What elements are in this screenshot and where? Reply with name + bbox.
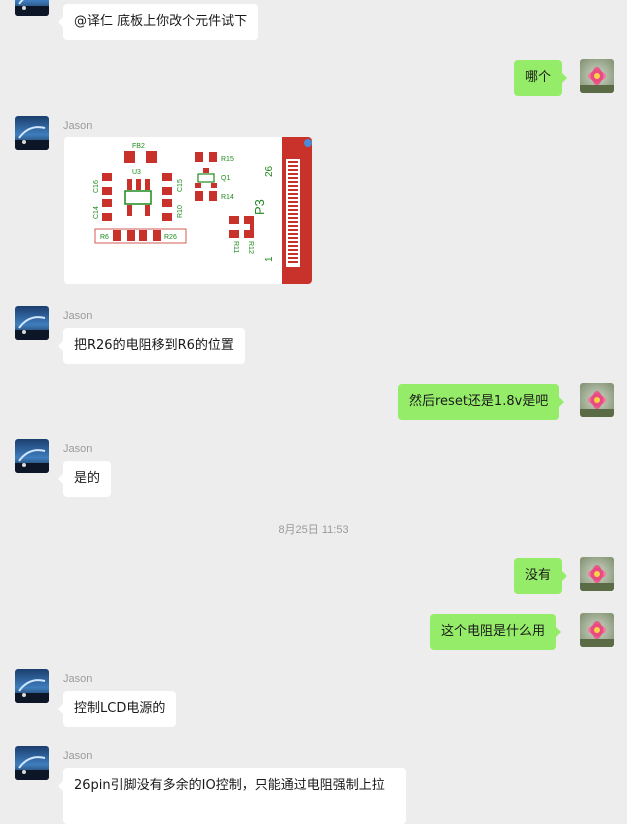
svg-text:C15: C15 <box>177 179 184 192</box>
contact-avatar[interactable] <box>15 439 49 473</box>
sender-name: Jason <box>63 443 93 455</box>
jason-avatar-icon <box>15 306 49 340</box>
message-text: @译仁 底板上你改个元件试下 <box>74 14 248 29</box>
pcb-image[interactable]: FB2 U3 C16 C14 C15 R10 R15 Q1 R14 R6 R26… <box>64 137 312 284</box>
self-avatar[interactable] <box>580 613 614 647</box>
message-text: 没有 <box>525 568 552 583</box>
message-bubble[interactable]: 是的 <box>57 461 112 497</box>
svg-text:P3: P3 <box>252 199 267 215</box>
sender-name: Jason <box>63 673 93 685</box>
svg-text:1: 1 <box>264 256 275 262</box>
svg-text:R11: R11 <box>232 241 239 253</box>
message-bubble[interactable]: 26pin引脚没有多余的IO控制，只能通过电阻强制上拉 <box>58 768 406 824</box>
message-text: 哪个 <box>525 70 552 85</box>
lotus-flower-avatar-icon <box>580 59 614 93</box>
lotus-flower-avatar-icon <box>580 557 614 591</box>
pcb-layout-image: FB2 U3 C16 C14 C15 R10 R15 Q1 R14 R6 R26… <box>64 137 312 284</box>
svg-text:R26: R26 <box>164 234 177 241</box>
lotus-flower-avatar-icon <box>580 613 614 647</box>
svg-text:C16: C16 <box>93 180 100 193</box>
message-bubble[interactable]: 哪个 <box>514 60 568 96</box>
contact-avatar[interactable] <box>15 746 49 780</box>
self-avatar[interactable] <box>580 383 614 417</box>
contact-avatar[interactable] <box>15 669 49 703</box>
message-bubble[interactable]: @译仁 底板上你改个元件试下 <box>57 4 259 40</box>
svg-text:R12: R12 <box>247 241 254 254</box>
svg-text:R10: R10 <box>177 205 184 218</box>
message-text: 然后reset还是1.8v是吧 <box>409 394 549 409</box>
svg-text:26: 26 <box>264 165 275 177</box>
svg-text:R14: R14 <box>221 194 234 201</box>
jason-avatar-icon <box>15 116 49 150</box>
sender-name: Jason <box>63 750 93 762</box>
lotus-flower-avatar-icon <box>580 383 614 417</box>
self-avatar[interactable] <box>580 59 614 93</box>
message-bubble[interactable]: 这个电阻是什么用 <box>430 614 562 650</box>
sender-name: Jason <box>63 120 93 132</box>
message-bubble[interactable]: 然后reset还是1.8v是吧 <box>398 384 565 420</box>
self-avatar[interactable] <box>580 557 614 591</box>
svg-text:FB2: FB2 <box>132 143 145 150</box>
svg-text:U3: U3 <box>132 169 141 176</box>
jason-avatar-icon <box>15 669 49 703</box>
jason-avatar-icon <box>15 746 49 780</box>
contact-avatar[interactable] <box>15 306 49 340</box>
contact-avatar[interactable] <box>15 0 49 16</box>
message-text: 控制LCD电源的 <box>74 701 166 716</box>
message-bubble[interactable]: 把R26的电阻移到R6的位置 <box>58 328 245 364</box>
chat-timestamp: 8月25日 11:53 <box>278 524 349 536</box>
svg-text:Q1: Q1 <box>221 175 230 182</box>
message-text: 是的 <box>74 471 101 486</box>
message-text: 26pin引脚没有多余的IO控制，只能通过电阻强制上拉 <box>74 778 385 793</box>
message-bubble[interactable]: 没有 <box>514 558 568 594</box>
message-text: 把R26的电阻移到R6的位置 <box>74 338 234 353</box>
svg-text:R15: R15 <box>221 156 234 163</box>
message-bubble[interactable]: 控制LCD电源的 <box>57 691 177 727</box>
jason-avatar-icon <box>15 0 49 16</box>
svg-text:R6: R6 <box>100 234 109 241</box>
svg-text:C14: C14 <box>93 206 100 219</box>
contact-avatar[interactable] <box>15 116 49 150</box>
message-text: 这个电阻是什么用 <box>441 624 546 639</box>
sender-name: Jason <box>63 310 93 322</box>
jason-avatar-icon <box>15 439 49 473</box>
